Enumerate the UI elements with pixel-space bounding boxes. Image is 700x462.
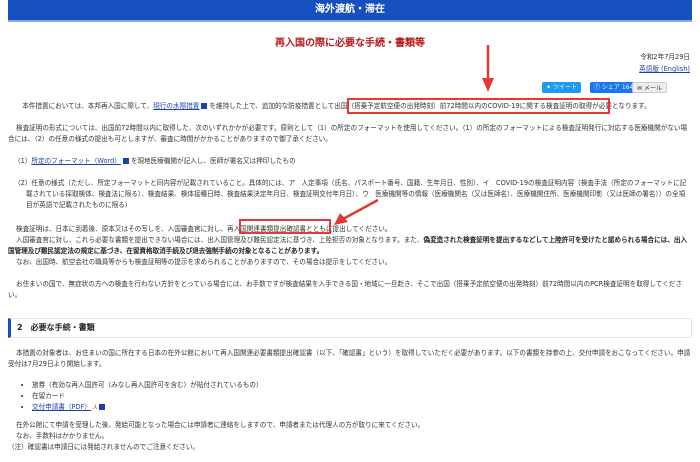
arrow-left-icon <box>334 198 379 225</box>
arrow-down-icon <box>482 45 494 92</box>
annotation-arrows <box>334 45 494 225</box>
